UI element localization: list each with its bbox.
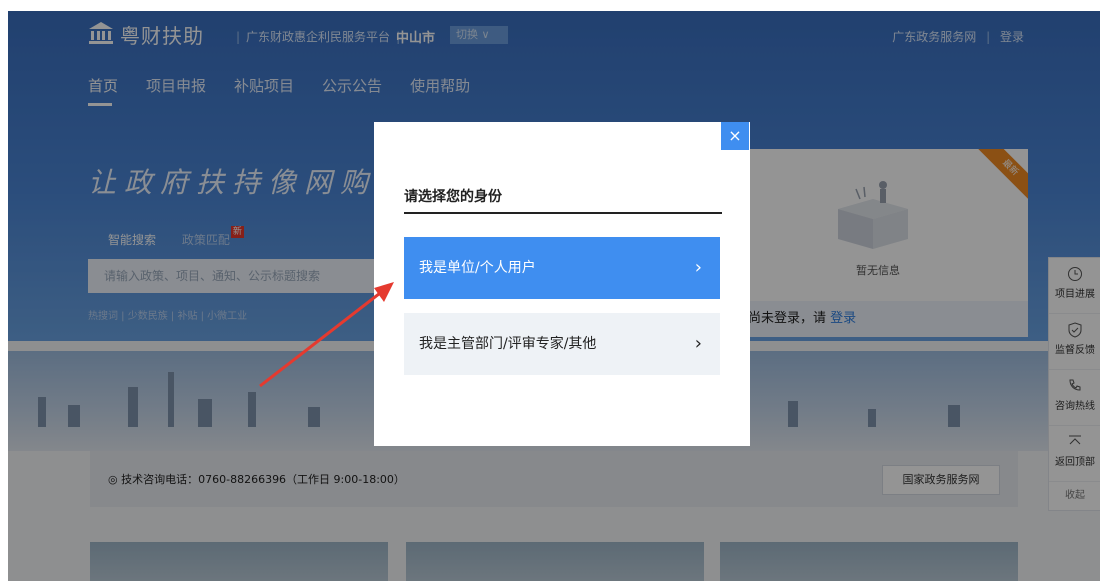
modal-close-button[interactable]: × xyxy=(721,122,749,150)
identity-modal: 请选择您的身份 我是单位/个人用户 › 我是主管部门/评审专家/其他 › xyxy=(374,122,750,446)
option-unit-label: 我是单位/个人用户 xyxy=(419,260,536,276)
modal-divider xyxy=(404,212,722,214)
option-unit-personal-user[interactable]: 我是单位/个人用户 › xyxy=(404,237,720,299)
chevron-right-icon: › xyxy=(694,257,702,278)
option-department-expert[interactable]: 我是主管部门/评审专家/其他 › xyxy=(404,313,720,375)
modal-title: 请选择您的身份 xyxy=(404,189,502,205)
option-department-label: 我是主管部门/评审专家/其他 xyxy=(419,336,597,352)
page: 粤财扶助 | 广东财政惠企利民服务平台 | 中山市 切换 ∨ 广东政务服务网 | 登… xyxy=(8,11,1100,581)
chevron-right-icon: › xyxy=(694,333,702,354)
